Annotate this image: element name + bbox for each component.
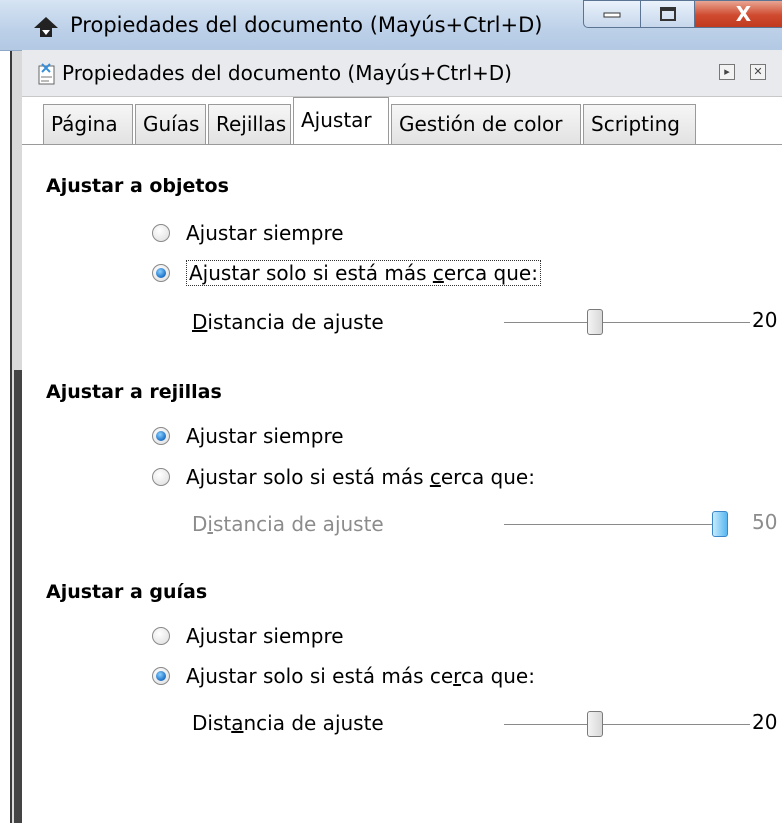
window-title: Propiedades del documento (Mayús+Ctrl+D) bbox=[70, 13, 543, 37]
radio-grids-closer[interactable]: Ajustar solo si está más cerca que: bbox=[152, 463, 535, 491]
slider-value-guides: 20 bbox=[752, 710, 778, 734]
maximize-button[interactable] bbox=[641, 0, 695, 28]
slider-thumb-objects[interactable] bbox=[587, 309, 603, 335]
radio-icon bbox=[152, 667, 170, 685]
radio-objects-closer[interactable]: Ajustar solo si está más cerca que: bbox=[152, 259, 541, 287]
radio-grids-always[interactable]: Ajustar siempre bbox=[152, 422, 344, 450]
panel-title: Propiedades del documento (Mayús+Ctrl+D) bbox=[62, 61, 512, 85]
radio-icon bbox=[152, 224, 170, 242]
slider-track-grids[interactable] bbox=[504, 524, 712, 525]
radio-guides-closer[interactable]: Ajustar solo si está más cerca que: bbox=[152, 662, 535, 690]
section-title-grids: Ajustar a rejillas bbox=[46, 381, 222, 403]
section-title-objects: Ajustar a objetos bbox=[46, 175, 229, 197]
distance-label-objects: Distancia de ajuste bbox=[192, 310, 384, 334]
section-title-guides: Ajustar a guías bbox=[46, 581, 208, 603]
radio-guides-always[interactable]: Ajustar siempre bbox=[152, 622, 344, 650]
radio-label: Ajustar solo si está más cerca que: bbox=[186, 260, 541, 286]
slider-thumb-guides[interactable] bbox=[587, 711, 603, 737]
panel-close-icon[interactable]: ✕ bbox=[750, 64, 766, 80]
radio-objects-always[interactable]: Ajustar siempre bbox=[152, 219, 344, 247]
radio-label: Ajustar solo si está más cerca que: bbox=[186, 465, 535, 489]
slider-track-objects[interactable] bbox=[504, 322, 750, 323]
tab-guias[interactable]: Guías bbox=[135, 104, 206, 144]
dock-panel-title-bar[interactable]: Propiedades del documento (Mayús+Ctrl+D)… bbox=[22, 50, 782, 97]
radio-icon bbox=[152, 627, 170, 645]
tab-rejillas[interactable]: Rejillas bbox=[208, 104, 291, 144]
slider-value-grids: 50 bbox=[752, 510, 778, 534]
distance-label-guides: Distancia de ajuste bbox=[192, 711, 384, 735]
panel-menu-icon[interactable]: ▸ bbox=[719, 64, 735, 80]
slider-value-objects: 20 bbox=[752, 308, 778, 332]
window-left-frame bbox=[0, 0, 22, 823]
radio-label: Ajustar siempre bbox=[186, 424, 344, 448]
radio-label: Ajustar siempre bbox=[186, 221, 344, 245]
document-properties-icon bbox=[38, 63, 55, 85]
radio-icon bbox=[152, 427, 170, 445]
radio-icon bbox=[152, 264, 170, 282]
radio-icon bbox=[152, 468, 170, 486]
tab-ajustar[interactable]: Ajustar bbox=[293, 97, 389, 145]
radio-label: Ajustar solo si está más cerca que: bbox=[186, 664, 535, 688]
close-button[interactable]: X bbox=[695, 0, 782, 28]
slider-track-guides[interactable] bbox=[504, 724, 750, 725]
tab-pagina[interactable]: Página bbox=[43, 104, 133, 144]
minimize-icon bbox=[603, 12, 621, 18]
window-title-bar[interactable]: Propiedades del documento (Mayús+Ctrl+D)… bbox=[0, 0, 782, 51]
tab-bar: Página Guías Rejillas Ajustar Gestión de… bbox=[43, 96, 698, 145]
tab-scripting[interactable]: Scripting bbox=[583, 104, 696, 144]
radio-label: Ajustar siempre bbox=[186, 624, 344, 648]
slider-thumb-grids[interactable] bbox=[712, 511, 728, 537]
tab-gestion-color[interactable]: Gestión de color bbox=[391, 104, 581, 144]
distance-label-grids: Distancia de ajuste bbox=[192, 512, 384, 536]
inkscape-app-icon bbox=[34, 17, 58, 37]
maximize-icon bbox=[659, 7, 676, 21]
close-icon: X bbox=[735, 2, 752, 26]
minimize-button[interactable] bbox=[583, 0, 641, 28]
snap-settings-panel: Ajustar a objetos Ajustar siempre Ajusta… bbox=[22, 145, 782, 823]
